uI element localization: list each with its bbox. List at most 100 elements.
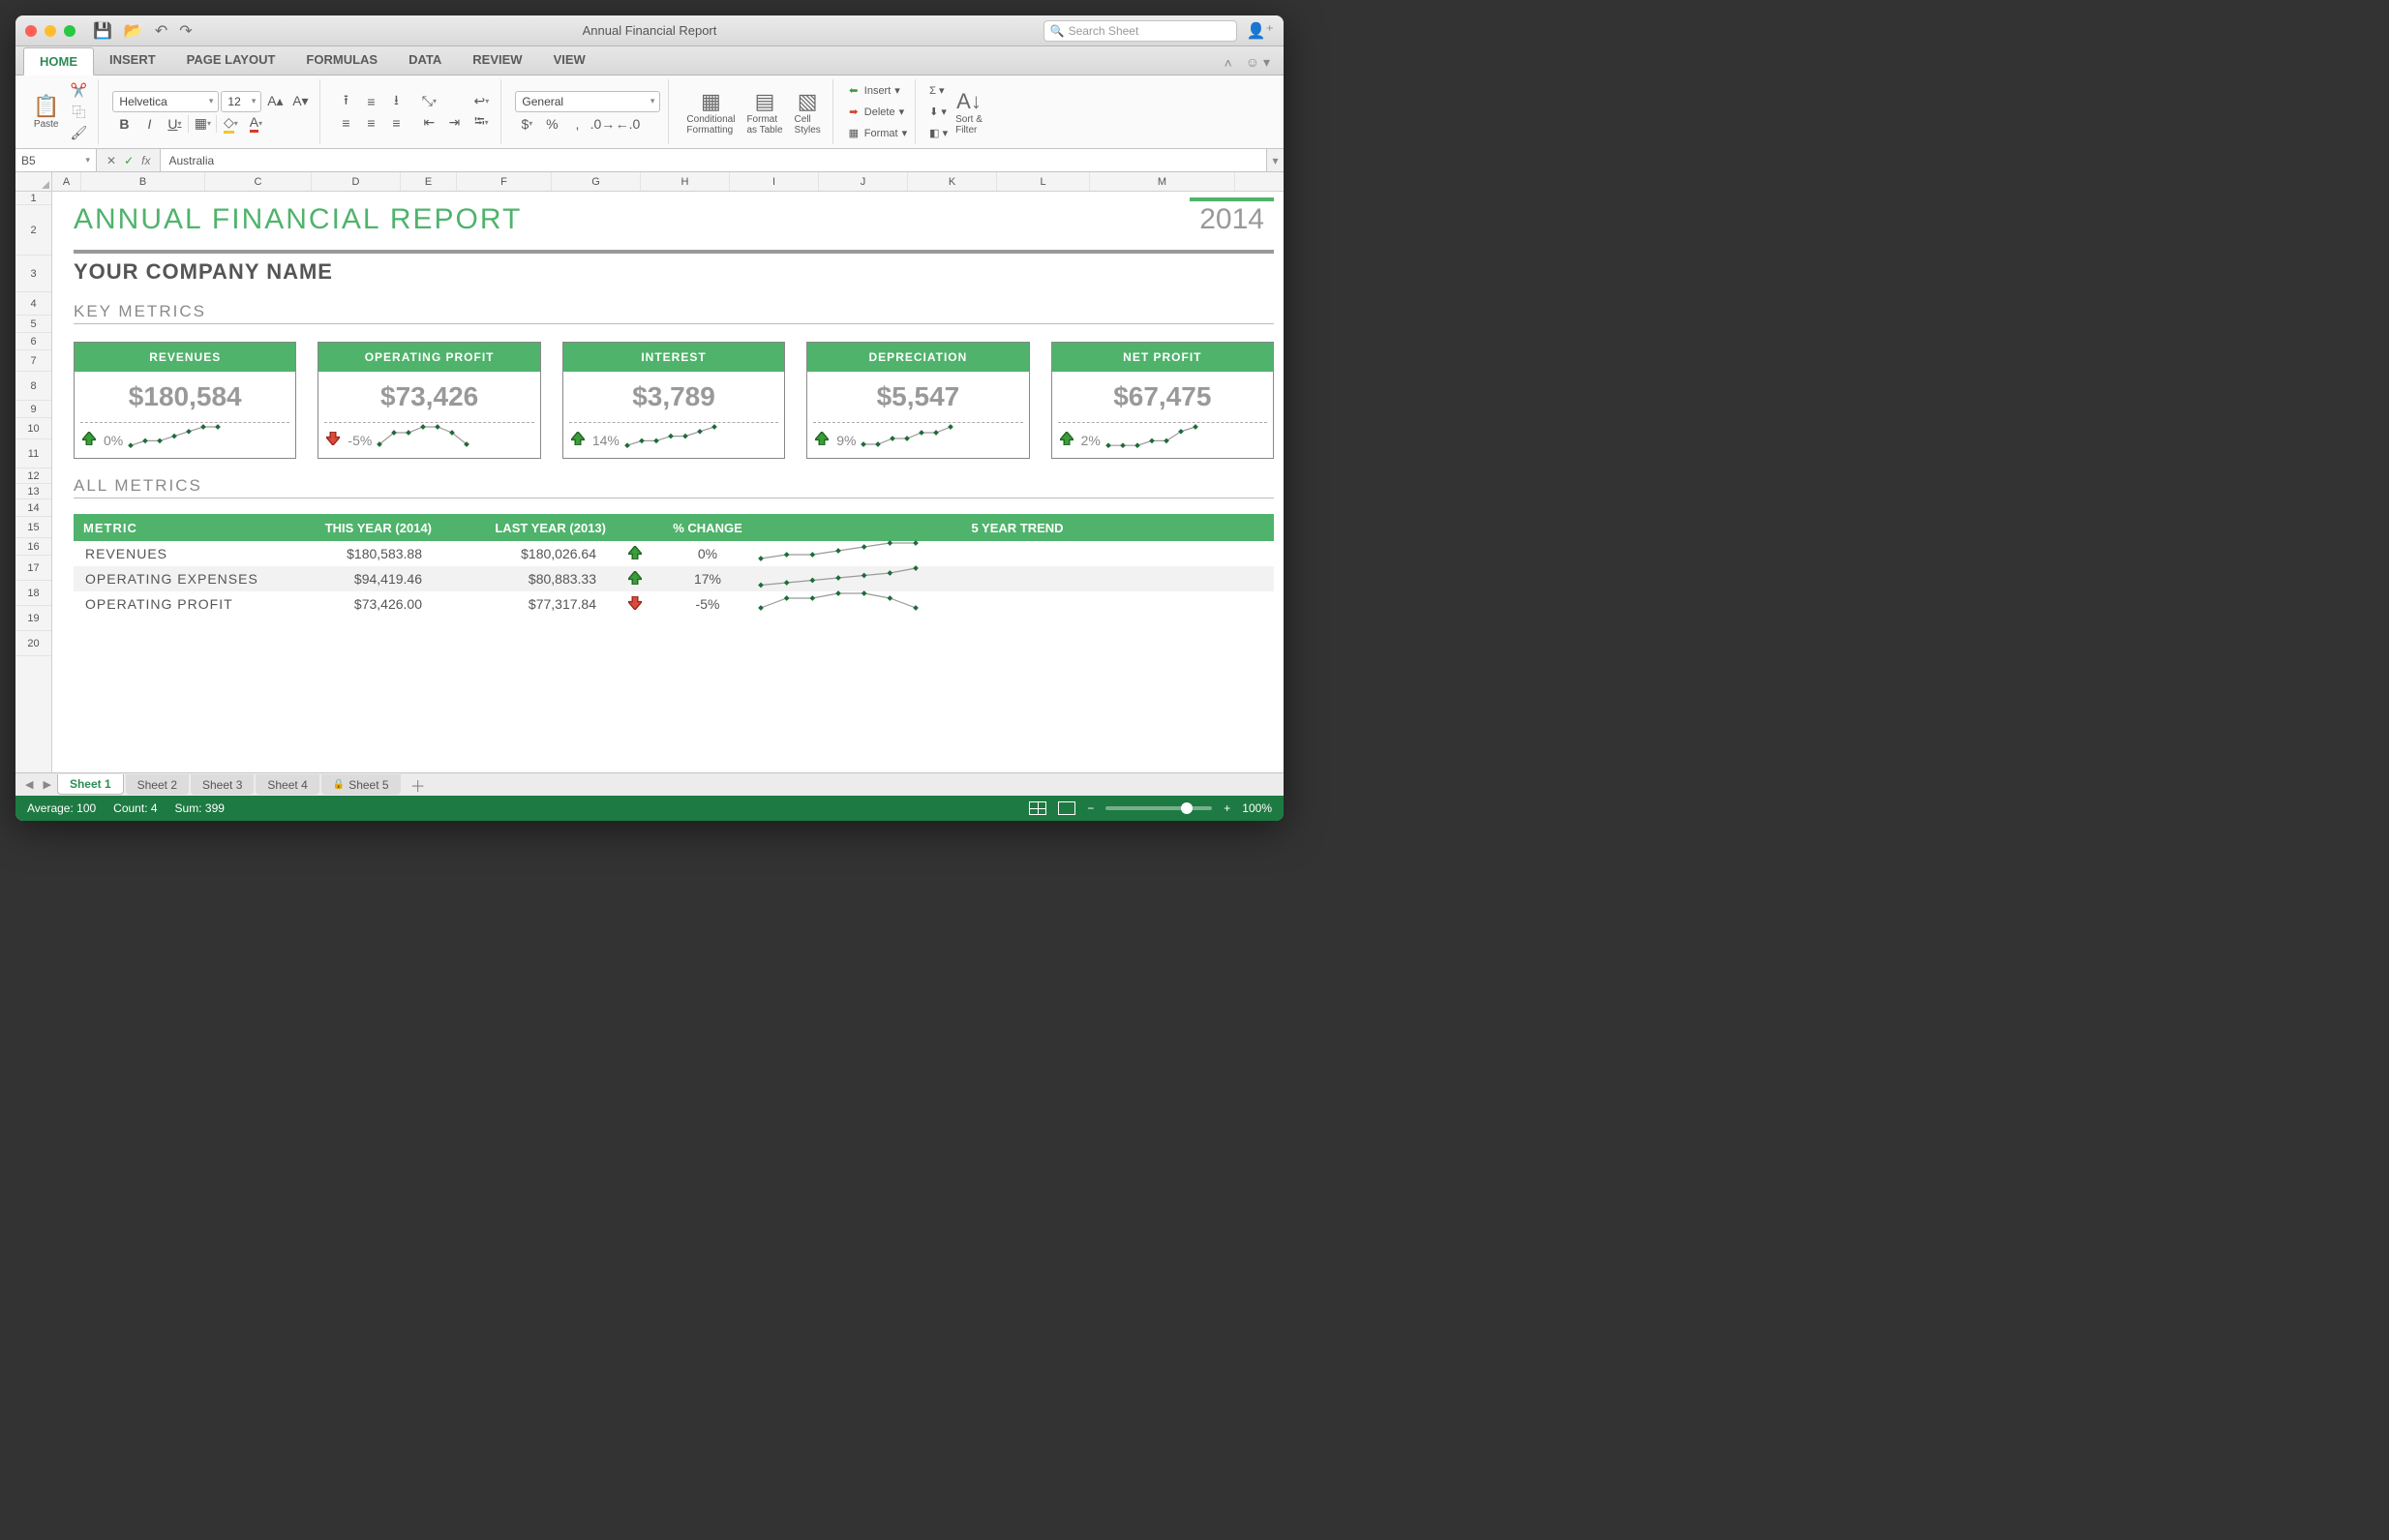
col-header-M[interactable]: M [1090,172,1235,191]
increase-indent-icon[interactable]: ⇥ [442,113,466,133]
autosum-button[interactable]: Σ ▾ [929,81,948,101]
align-bottom-icon[interactable]: ⭳ [384,92,408,111]
page-layout-view-icon[interactable] [1058,801,1075,815]
copy-icon[interactable]: ⿻ [67,103,90,122]
insert-cells-button[interactable]: ⬅Insert ▾ [847,81,907,101]
fill-color-button[interactable]: ◇ [219,114,242,134]
row-header-19[interactable]: 19 [15,606,51,631]
borders-button[interactable]: ▦ [191,114,214,134]
row-header-4[interactable]: 4 [15,292,51,316]
bold-button[interactable]: B [112,114,136,134]
col-header-L[interactable]: L [997,172,1090,191]
normal-view-icon[interactable] [1029,801,1046,815]
formula-expand-icon[interactable]: ▾ [1266,149,1284,171]
col-header-G[interactable]: G [552,172,641,191]
italic-button[interactable]: I [137,114,161,134]
wrap-text-button[interactable]: ↩ [469,92,493,111]
zoom-in-button[interactable]: + [1224,801,1230,815]
conditional-formatting-button[interactable]: ▦ ConditionalFormatting [682,87,739,137]
feedback-icon[interactable]: ☺ ▾ [1246,54,1270,71]
ribbon-tab-data[interactable]: DATA [393,46,457,75]
row-header-9[interactable]: 9 [15,401,51,418]
next-sheet-button[interactable]: ▶ [39,778,54,791]
orientation-icon[interactable]: ⤡ [417,92,440,111]
row-header-14[interactable]: 14 [15,499,51,517]
sheet-tab-4[interactable]: Sheet 4 [256,774,318,795]
fx-icon[interactable]: fx [141,154,150,167]
save-icon[interactable]: 💾 [93,21,112,41]
number-format-select[interactable]: General [515,91,660,112]
decrease-decimal-icon[interactable]: ←.0 [616,114,639,134]
ribbon-tab-formulas[interactable]: FORMULAS [290,46,393,75]
merge-button[interactable]: ⭾ [469,113,493,133]
decrease-indent-icon[interactable]: ⇤ [417,113,440,133]
share-button[interactable]: 👤⁺ [1247,21,1274,41]
row-header-17[interactable]: 17 [15,556,51,581]
ribbon-tab-view[interactable]: VIEW [538,46,601,75]
row-header-13[interactable]: 13 [15,484,51,499]
align-center-icon[interactable]: ≡ [359,113,382,133]
cut-icon[interactable]: ✂️ [67,81,90,101]
format-cells-button[interactable]: ▦Format ▾ [847,124,907,143]
align-top-icon[interactable]: ⭱ [334,92,357,111]
add-sheet-button[interactable]: ＋ [403,773,434,797]
sheet-tab-2[interactable]: Sheet 2 [126,774,189,795]
sheet-tab-5[interactable]: 🔒Sheet 5 [321,774,401,795]
format-as-table-button[interactable]: ▤ Formatas Table [742,87,786,137]
delete-cells-button[interactable]: ➡Delete ▾ [847,103,907,122]
col-header-H[interactable]: H [641,172,730,191]
font-name-select[interactable]: Helvetica [112,91,219,112]
cancel-formula-icon[interactable]: ✕ [106,154,116,167]
row-header-6[interactable]: 6 [15,333,51,350]
cell-styles-button[interactable]: ▧ CellStyles [791,87,825,137]
ribbon-tab-page-layout[interactable]: PAGE LAYOUT [171,46,291,75]
format-painter-icon[interactable]: 🖌 [67,124,90,143]
sort-filter-button[interactable]: A↓ Sort &Filter [952,87,986,137]
cells-viewport[interactable]: ANNUAL FINANCIAL REPORT 2014 YOUR COMPAN… [52,192,1284,772]
align-left-icon[interactable]: ≡ [334,113,357,133]
currency-icon[interactable]: $ [515,114,538,134]
paste-button[interactable]: 📋 Paste [29,92,63,132]
row-header-18[interactable]: 18 [15,581,51,606]
align-middle-icon[interactable]: ≡ [359,92,382,111]
sheet-tab-1[interactable]: Sheet 1 [57,774,124,795]
ribbon-tab-insert[interactable]: INSERT [94,46,171,75]
accept-formula-icon[interactable]: ✓ [124,154,134,167]
comma-icon[interactable]: , [565,114,589,134]
row-header-12[interactable]: 12 [15,468,51,484]
font-size-select[interactable]: 12 [221,91,261,112]
row-header-2[interactable]: 2 [15,205,51,256]
name-box[interactable]: B5 [15,149,97,171]
prev-sheet-button[interactable]: ◀ [21,778,37,791]
select-all-corner[interactable] [15,172,52,192]
zoom-out-button[interactable]: − [1087,801,1094,815]
fill-button[interactable]: ⬇ ▾ [929,103,948,122]
row-header-5[interactable]: 5 [15,316,51,333]
zoom-slider[interactable] [1105,806,1212,810]
col-header-E[interactable]: E [401,172,457,191]
sheet-tab-3[interactable]: Sheet 3 [191,774,254,795]
row-header-8[interactable]: 8 [15,372,51,401]
align-right-icon[interactable]: ≡ [384,113,408,133]
ribbon-tab-review[interactable]: REVIEW [457,46,537,75]
increase-font-icon[interactable]: A▴ [263,92,287,111]
increase-decimal-icon[interactable]: .0→ [590,114,614,134]
percent-icon[interactable]: % [540,114,563,134]
row-header-15[interactable]: 15 [15,517,51,538]
redo-icon[interactable]: ↷ [179,21,192,41]
minimize-window-button[interactable] [45,25,56,37]
row-header-1[interactable]: 1 [15,192,51,205]
decrease-font-icon[interactable]: A▾ [288,92,312,111]
row-header-7[interactable]: 7 [15,350,51,372]
col-header-B[interactable]: B [81,172,205,191]
row-header-20[interactable]: 20 [15,631,51,656]
col-header-A[interactable]: A [52,172,81,191]
open-icon[interactable]: 📂 [124,21,143,41]
col-header-F[interactable]: F [457,172,552,191]
col-header-C[interactable]: C [205,172,312,191]
clear-button[interactable]: ◧ ▾ [929,124,948,143]
col-header-I[interactable]: I [730,172,819,191]
col-header-D[interactable]: D [312,172,401,191]
row-header-11[interactable]: 11 [15,439,51,468]
row-header-3[interactable]: 3 [15,256,51,292]
